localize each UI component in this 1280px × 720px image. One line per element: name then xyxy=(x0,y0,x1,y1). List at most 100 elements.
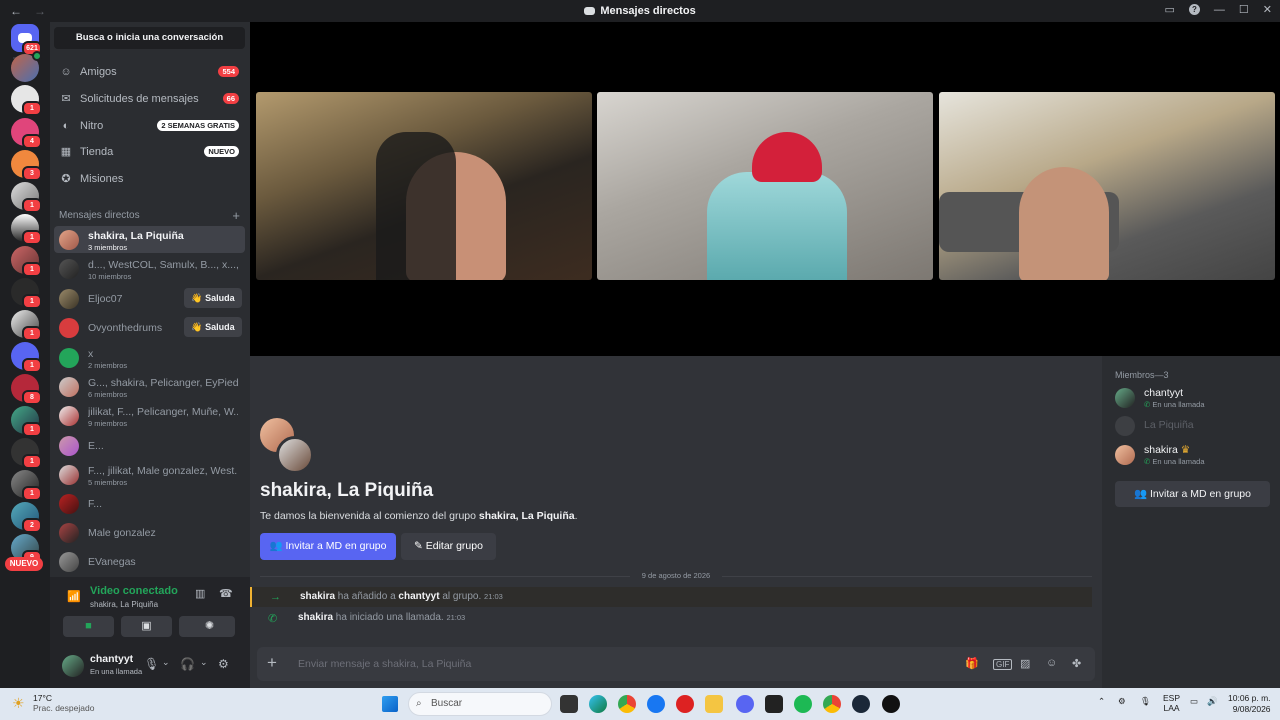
app-icon[interactable] xyxy=(765,695,783,713)
message-actor[interactable]: shakira xyxy=(300,591,335,602)
network-icon[interactable]: ▭ xyxy=(1190,696,1198,707)
chevron-down-icon[interactable]: ⌄ xyxy=(162,657,170,668)
weather-icon[interactable]: ☀ xyxy=(12,695,25,712)
dm-item[interactable]: EVanegas xyxy=(54,548,245,575)
settings-gear-icon[interactable]: ⚙ xyxy=(218,657,229,671)
wave-button[interactable]: 👋 Saluda xyxy=(184,317,242,337)
close-icon[interactable]: ✕ xyxy=(1263,3,1272,16)
nav-message-requests[interactable]: ✉ Solicitudes de mensajes 66 xyxy=(54,87,245,111)
home-button[interactable]: 621 xyxy=(11,24,42,56)
disconnect-icon[interactable]: ☎ xyxy=(219,587,233,600)
emoji-icon[interactable]: ☺ xyxy=(1046,657,1057,669)
username[interactable]: chantyyt xyxy=(90,653,133,665)
facebook-icon[interactable] xyxy=(647,695,665,713)
server-icon[interactable]: 1 xyxy=(11,246,42,277)
dm-item[interactable]: Ovyonthedrums 👋 Saluda xyxy=(54,314,245,341)
server-icon[interactable]: 1 xyxy=(11,182,42,213)
member-item[interactable]: chantyyt ✆ En una llamada xyxy=(1115,386,1275,412)
discord-taskbar-icon[interactable] xyxy=(736,695,754,713)
attach-plus-icon[interactable]: + xyxy=(267,653,277,673)
message-composer[interactable]: + Enviar mensaje a shakira, La Piquiña 🎁… xyxy=(257,647,1095,681)
dm-item[interactable]: G..., shakira, Pelicanger, EyPied... 6 m… xyxy=(54,373,245,400)
video-tile[interactable] xyxy=(597,92,933,280)
dm-item[interactable]: E... xyxy=(54,432,245,459)
sticker-icon[interactable]: ▨ xyxy=(1020,657,1030,670)
server-icon[interactable]: 1 xyxy=(11,406,42,437)
message-input[interactable]: Enviar mensaje a shakira, La Piquiña xyxy=(298,658,471,670)
soundboard-icon[interactable]: ▥ xyxy=(195,587,205,600)
apps-icon[interactable]: ✤ xyxy=(1072,657,1081,670)
create-dm-icon[interactable]: + xyxy=(232,208,240,223)
nav-quests[interactable]: ✪ Misiones xyxy=(54,167,245,191)
start-icon[interactable] xyxy=(382,696,398,712)
spotify-icon[interactable] xyxy=(794,695,812,713)
volume-icon[interactable]: 🔊 xyxy=(1207,696,1218,707)
maximize-icon[interactable]: ☐ xyxy=(1239,3,1249,16)
forward-arrow-icon[interactable]: → xyxy=(34,4,46,18)
opera-icon[interactable] xyxy=(676,695,694,713)
screen-share-button[interactable]: ▣ xyxy=(121,616,172,637)
soundboard-alt-button[interactable]: ✺ xyxy=(184,616,235,637)
new-pill[interactable]: NUEVO xyxy=(5,557,43,571)
microphone-icon[interactable]: 🎙 xyxy=(1140,696,1151,707)
dm-item[interactable]: shakira, La Piquiña 3 miembros xyxy=(54,226,245,253)
dm-item[interactable]: x 2 miembros xyxy=(54,344,245,371)
headset-icon[interactable]: 🎧 xyxy=(180,657,195,671)
dm-item[interactable]: d..., WestCOL, Samulx, B..., x..., ... 1… xyxy=(54,255,245,282)
invite-to-group-button[interactable]: 👥 Invitar a MD en grupo xyxy=(260,533,396,560)
dm-item[interactable]: Male gonzalez xyxy=(54,519,245,546)
server-icon[interactable]: 1 xyxy=(11,342,42,373)
chevron-down-icon[interactable]: ⌄ xyxy=(200,657,208,668)
server-icon[interactable]: 8 xyxy=(11,374,42,405)
member-item[interactable]: La Piquiña xyxy=(1115,414,1275,440)
chrome-icon[interactable] xyxy=(618,695,636,713)
language-indicator[interactable]: ESP LAA xyxy=(1163,693,1180,713)
voice-channel[interactable]: shakira, La Piquiña xyxy=(90,600,158,609)
dm-item[interactable]: Eljoc07 👋 Saluda xyxy=(54,285,245,312)
clock[interactable]: 10:06 p. m. 9/08/2026 xyxy=(1228,693,1271,715)
wave-button[interactable]: 👋 Saluda xyxy=(184,288,242,308)
file-explorer-icon[interactable] xyxy=(705,695,723,713)
server-icon[interactable]: 3 xyxy=(11,150,42,181)
gift-icon[interactable]: 🎁 xyxy=(965,657,979,670)
task-view-icon[interactable] xyxy=(560,695,578,713)
dm-item[interactable]: F... xyxy=(54,490,245,517)
server-icon[interactable]: 2 xyxy=(11,502,42,533)
server-icon[interactable]: 1 xyxy=(11,85,42,116)
search-button[interactable]: Busca o inicia una conversación xyxy=(54,27,245,49)
nav-nitro[interactable]: ◐ Nitro 2 SEMANAS GRATIS xyxy=(54,114,245,138)
help-icon[interactable]: ? xyxy=(1188,4,1200,15)
message-target[interactable]: chantyyt xyxy=(398,591,439,602)
invite-to-group-button[interactable]: 👥 Invitar a MD en grupo xyxy=(1115,481,1270,507)
tray-app-icon[interactable]: ⚙ xyxy=(1118,696,1126,707)
dm-item[interactable]: F..., jilikat, Male gonzalez, West... 5 … xyxy=(54,461,245,488)
back-arrow-icon[interactable]: ← xyxy=(10,4,22,18)
connection-signal-icon[interactable]: 📶 xyxy=(67,590,81,603)
camera-button[interactable]: ■ xyxy=(63,616,114,637)
tray-chevron-icon[interactable]: ⌃ xyxy=(1098,696,1105,707)
chrome-alt-icon[interactable] xyxy=(823,695,841,713)
server-icon[interactable]: 1 xyxy=(11,310,42,341)
edge-icon[interactable] xyxy=(589,695,607,713)
app-icon[interactable] xyxy=(882,695,900,713)
server-icon[interactable]: 4 xyxy=(11,118,42,149)
server-icon[interactable]: 1 xyxy=(11,438,42,469)
server-icon[interactable]: 1 xyxy=(11,278,42,309)
weather-widget[interactable]: 17°C Prac. despejado xyxy=(33,693,94,713)
video-tile[interactable] xyxy=(939,92,1275,280)
edit-group-button[interactable]: ✎ Editar grupo xyxy=(401,533,496,560)
nav-friends[interactable]: ☺ Amigos 554 xyxy=(54,60,245,84)
nav-shop[interactable]: ▦ Tienda NUEVO xyxy=(54,140,245,164)
gif-icon[interactable]: GIF xyxy=(993,659,1013,670)
dm-item[interactable]: jilikat, F..., Pelicanger, Muñe, W... 9 … xyxy=(54,402,245,429)
server-icon[interactable] xyxy=(11,51,42,82)
steam-icon[interactable] xyxy=(852,695,870,713)
inbox-icon[interactable]: ▭ xyxy=(1165,3,1175,16)
user-avatar[interactable] xyxy=(62,655,84,677)
taskbar-search[interactable]: ⌕ Buscar xyxy=(408,692,552,716)
microphone-icon[interactable]: 🎙 xyxy=(144,657,159,671)
message-actor[interactable]: shakira xyxy=(298,612,333,623)
member-item[interactable]: shakira ♛ ✆ En una llamada xyxy=(1115,443,1275,469)
video-tile[interactable] xyxy=(256,92,592,280)
minimize-icon[interactable]: — xyxy=(1214,4,1225,16)
